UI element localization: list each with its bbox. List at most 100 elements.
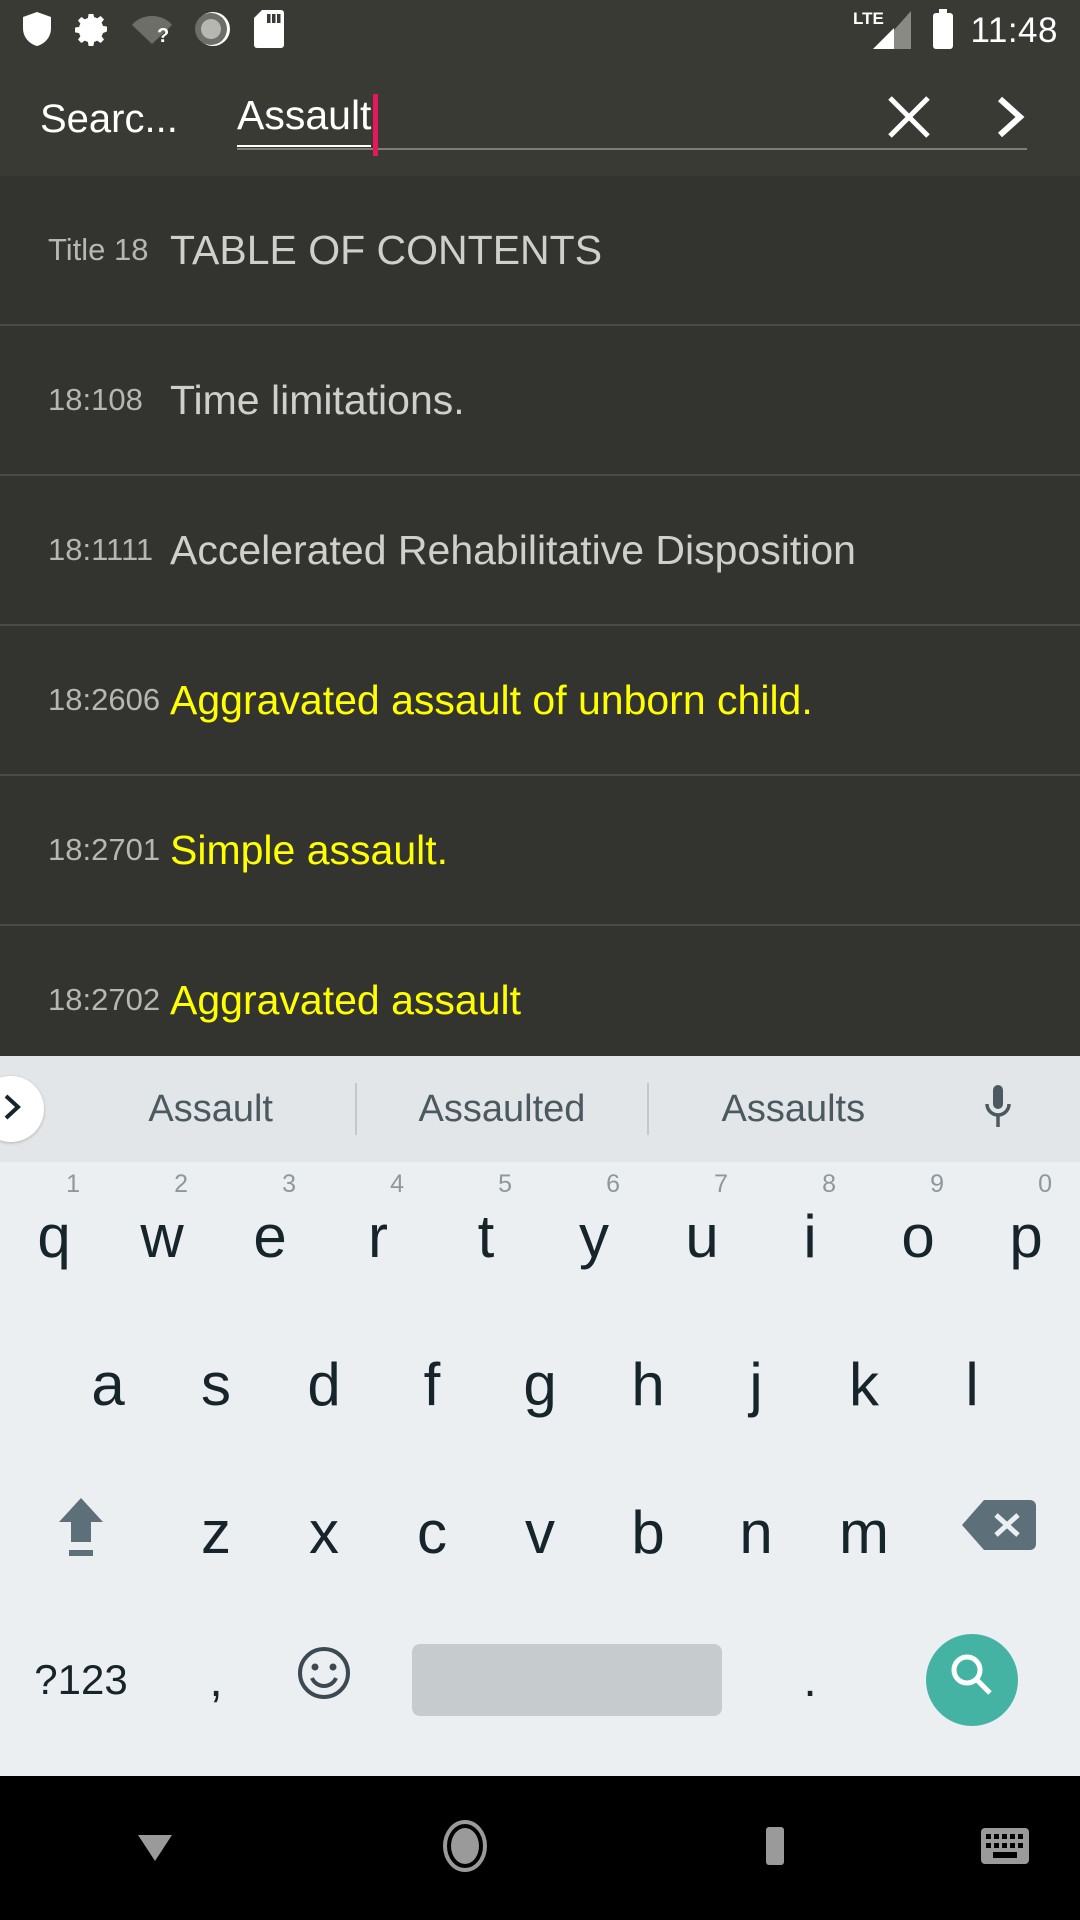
key-f[interactable]: f [378, 1310, 486, 1458]
space-key-surface [412, 1644, 722, 1716]
key-n[interactable]: n [702, 1458, 810, 1606]
back-button[interactable] [0, 1825, 310, 1872]
key-label: i [803, 1202, 817, 1270]
keyboard-switch-button[interactable] [930, 1824, 1080, 1873]
status-bar-left-icons: ? [22, 9, 284, 53]
next-result-button[interactable] [964, 62, 1054, 176]
navigation-bar [0, 1776, 1080, 1920]
key-hint: 5 [498, 1170, 512, 1198]
voice-input-button[interactable] [938, 1083, 1058, 1136]
shield-icon [22, 11, 52, 52]
expand-suggestions-button[interactable] [0, 1076, 44, 1142]
row-code: Title 18 [48, 232, 149, 267]
chevron-right-icon [988, 91, 1030, 148]
suggestion-strip: Assault Assaulted Assaults [0, 1056, 1080, 1162]
key-label: t [477, 1202, 495, 1270]
signal-lte-icon: LTE [853, 7, 915, 56]
key-l[interactable]: l [918, 1310, 1026, 1458]
key-label: q [37, 1202, 71, 1270]
wifi-question-icon: ? [132, 12, 172, 51]
emoji-smiley-icon [296, 1645, 352, 1715]
key-g[interactable]: g [486, 1310, 594, 1458]
suggestion-item[interactable]: Assault [66, 1088, 355, 1131]
suggestion-item[interactable]: Assaulted [357, 1088, 646, 1131]
search-input-underline [237, 148, 1027, 150]
key-h[interactable]: h [594, 1310, 702, 1458]
recents-square-icon [757, 1823, 793, 1874]
chevron-right-icon [0, 1091, 24, 1128]
shift-arrow-icon [51, 1490, 111, 1574]
search-enter-key[interactable] [864, 1606, 1080, 1754]
symbols-key[interactable]: ?123 [0, 1606, 162, 1754]
key-t[interactable]: 5t [432, 1162, 540, 1310]
search-results-list[interactable]: Title 18 TABLE OF CONTENTS 18:108 Time l… [0, 176, 1080, 1056]
table-row[interactable]: Title 18 TABLE OF CONTENTS [0, 176, 1080, 326]
key-x[interactable]: x [270, 1458, 378, 1606]
svg-text:?: ? [157, 25, 169, 46]
key-w[interactable]: 2w [108, 1162, 216, 1310]
comma-key[interactable]: , [162, 1606, 270, 1754]
row-code: 18:2701 [48, 832, 161, 867]
key-r[interactable]: 4r [324, 1162, 432, 1310]
key-z[interactable]: z [162, 1458, 270, 1606]
period-key[interactable]: . [756, 1606, 864, 1754]
row-title: TABLE OF CONTENTS [170, 226, 603, 273]
space-key[interactable] [378, 1606, 756, 1754]
key-hint: 7 [714, 1170, 728, 1198]
key-c[interactable]: c [378, 1458, 486, 1606]
key-y[interactable]: 6y [540, 1162, 648, 1310]
key-u[interactable]: 7u [648, 1162, 756, 1310]
row-title: Time limitations. [170, 376, 465, 423]
search-enter-circle [926, 1634, 1018, 1726]
suggestion-item[interactable]: Assaults [649, 1088, 938, 1131]
key-label: w [140, 1202, 184, 1270]
backspace-key[interactable] [918, 1458, 1080, 1606]
battery-full-icon [931, 8, 955, 54]
table-row[interactable]: 18:2606 Aggravated assault of unborn chi… [0, 626, 1080, 776]
close-icon [883, 91, 935, 148]
keyboard-row-2: a s d f g h j k l [0, 1310, 1080, 1458]
search-icon [946, 1646, 998, 1715]
gear-icon [74, 11, 110, 52]
shift-key[interactable] [0, 1458, 162, 1606]
status-bar: ? LTE 11:48 [0, 0, 1080, 62]
keyboard-row-1: 1q 2w 3e 4r 5t 6y 7u 8i 9o 0p [0, 1162, 1080, 1310]
key-p[interactable]: 0p [972, 1162, 1080, 1310]
key-hint: 8 [822, 1170, 836, 1198]
key-label: y [579, 1202, 609, 1270]
key-s[interactable]: s [162, 1310, 270, 1458]
search-input[interactable]: Assault [237, 80, 1027, 158]
table-row[interactable]: 18:1111 Accelerated Rehabilitative Dispo… [0, 476, 1080, 626]
key-i[interactable]: 8i [756, 1162, 864, 1310]
emoji-key[interactable] [270, 1606, 378, 1754]
table-row[interactable]: 18:108 Time limitations. [0, 326, 1080, 476]
suggestions-row: Assault Assaulted Assaults [66, 1083, 938, 1135]
key-hint: 0 [1038, 1170, 1052, 1198]
key-hint: 4 [390, 1170, 404, 1198]
key-q[interactable]: 1q [0, 1162, 108, 1310]
key-a[interactable]: a [54, 1310, 162, 1458]
recents-button[interactable] [620, 1823, 930, 1874]
key-e[interactable]: 3e [216, 1162, 324, 1310]
home-button[interactable] [310, 1818, 620, 1879]
keyboard-row-4: ?123 , . [0, 1606, 1080, 1756]
clear-search-button[interactable] [864, 62, 954, 176]
search-bar: Searc... Assault [0, 62, 1080, 176]
key-v[interactable]: v [486, 1458, 594, 1606]
backspace-icon [960, 1496, 1038, 1568]
svg-text:LTE: LTE [853, 9, 884, 28]
key-m[interactable]: m [810, 1458, 918, 1606]
row-code: 18:108 [48, 382, 143, 417]
key-o[interactable]: 9o [864, 1162, 972, 1310]
table-row[interactable]: 18:2702 Aggravated assault [0, 926, 1080, 1056]
keyboard-row-3: z x c v b n m [0, 1458, 1080, 1606]
key-label: r [368, 1202, 388, 1270]
table-row[interactable]: 18:2701 Simple assault. [0, 776, 1080, 926]
key-j[interactable]: j [702, 1310, 810, 1458]
key-label: u [685, 1202, 719, 1270]
key-k[interactable]: k [810, 1310, 918, 1458]
key-b[interactable]: b [594, 1458, 702, 1606]
key-d[interactable]: d [270, 1310, 378, 1458]
key-hint: 6 [606, 1170, 620, 1198]
on-screen-keyboard: Assault Assaulted Assaults 1q 2w 3e 4r 5… [0, 1056, 1080, 1776]
